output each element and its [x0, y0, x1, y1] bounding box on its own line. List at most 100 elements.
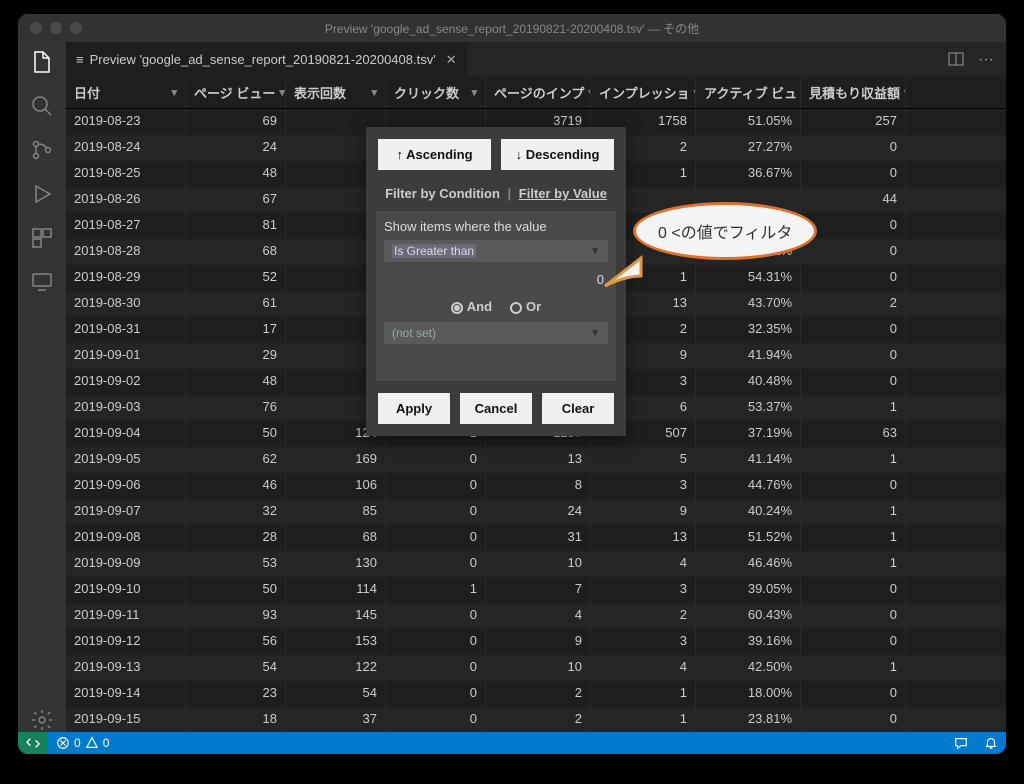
clear-button[interactable]: Clear [542, 393, 614, 424]
settings-gear-icon[interactable] [30, 708, 54, 732]
cell: 0 [801, 707, 906, 732]
column-header[interactable]: 日付▾ [66, 77, 186, 108]
column-header[interactable]: クリック数▾ [386, 77, 486, 108]
cell: 0 [386, 603, 486, 629]
cell: 0 [386, 447, 486, 473]
feedback-icon[interactable] [946, 736, 976, 750]
cell: 2019-08-24 [66, 135, 186, 161]
table-row[interactable]: 2019-09-073285024940.24%1 [66, 499, 1006, 525]
filter-value-input-1[interactable] [384, 268, 608, 291]
search-icon[interactable] [30, 94, 54, 118]
or-radio[interactable]: Or [510, 299, 541, 314]
cell: 28 [186, 525, 286, 551]
editor-tabs: ≡ Preview 'google_ad_sense_report_201908… [66, 42, 1006, 77]
extensions-icon[interactable] [30, 226, 54, 250]
cancel-button[interactable]: Cancel [460, 393, 532, 424]
cell: 2019-09-15 [66, 707, 186, 732]
callout-text: 0 <の値でフィルタ [658, 225, 792, 242]
cell: 18 [186, 707, 286, 732]
filter-icon[interactable]: ▾ [371, 86, 377, 99]
sort-ascending-button[interactable]: ↑ Ascending [378, 139, 491, 170]
and-radio[interactable]: And [451, 299, 492, 314]
cell: 41.14% [696, 447, 801, 473]
table-row[interactable]: 2019-09-1354122010442.50%1 [66, 655, 1006, 681]
traffic-minimize[interactable] [50, 22, 62, 34]
cell: 106 [286, 473, 386, 499]
close-icon[interactable]: ✕ [446, 52, 457, 68]
filter-icon[interactable]: ▾ [904, 86, 906, 99]
cell: 0 [386, 525, 486, 551]
cell: 2019-08-23 [66, 109, 186, 135]
filter-by-value-tab[interactable]: Filter by Value [519, 186, 607, 201]
table-row[interactable]: 2019-09-0828680311351.52%1 [66, 525, 1006, 551]
remote-explorer-icon[interactable] [30, 270, 54, 294]
cell: 0 [386, 499, 486, 525]
cell: 24 [486, 499, 591, 525]
traffic-close[interactable] [30, 22, 42, 34]
cell: 257 [801, 109, 906, 135]
cell: 2019-09-13 [66, 655, 186, 681]
cell: 76 [186, 395, 286, 421]
titlebar: Preview 'google_ad_sense_report_20190821… [18, 14, 1006, 42]
cell: 36.67% [696, 161, 801, 187]
cell: 0 [386, 655, 486, 681]
explorer-icon[interactable] [30, 50, 54, 74]
table-row[interactable]: 2019-09-064610608344.76%0 [66, 473, 1006, 499]
cell: 51.05% [696, 109, 801, 135]
table-row[interactable]: 2019-09-14235402118.00%0 [66, 681, 1006, 707]
apply-button[interactable]: Apply [378, 393, 450, 424]
traffic-maximize[interactable] [70, 22, 82, 34]
column-header[interactable]: ページ ビュー▾ [186, 77, 286, 108]
operator-select-1[interactable]: Is Greater than▼ [384, 240, 608, 262]
cell: 53 [186, 551, 286, 577]
operator-select-2[interactable]: (not set)▼ [384, 322, 608, 344]
table-row[interactable]: 2019-09-119314504260.43%0 [66, 603, 1006, 629]
run-debug-icon[interactable] [30, 182, 54, 206]
bell-icon[interactable] [976, 736, 1006, 750]
filter-value-input-2[interactable] [384, 350, 608, 373]
cell: 41.94% [696, 343, 801, 369]
split-editor-icon[interactable] [948, 51, 964, 69]
cell: 0 [801, 629, 906, 655]
column-header[interactable]: 見積もり収益額▾ [801, 77, 906, 108]
table-row[interactable]: 2019-09-125615309339.16%0 [66, 629, 1006, 655]
sort-descending-button[interactable]: ↓ Descending [501, 139, 614, 170]
column-header[interactable]: ページのインプ▾ [486, 77, 591, 108]
table-row[interactable]: 2019-09-105011417339.05%0 [66, 577, 1006, 603]
table-row[interactable]: 2019-09-0562169013541.14%1 [66, 447, 1006, 473]
cell: 0 [801, 343, 906, 369]
cell: 43.70% [696, 291, 801, 317]
cell: 48 [186, 161, 286, 187]
filter-icon[interactable]: ▾ [279, 86, 285, 99]
condition-label: Show items where the value [384, 219, 608, 234]
cell: 40.48% [696, 369, 801, 395]
cell: 2019-09-06 [66, 473, 186, 499]
filter-icon[interactable]: ▾ [471, 86, 477, 99]
cell: 2019-08-29 [66, 265, 186, 291]
source-control-icon[interactable] [30, 138, 54, 162]
cell: 62 [186, 447, 286, 473]
column-header[interactable]: 表示回数▾ [286, 77, 386, 108]
column-header[interactable]: アクティブ ビュ▾ [696, 77, 801, 108]
tab-label: Preview 'google_ad_sense_report_20190821… [90, 52, 436, 67]
cell: 40.24% [696, 499, 801, 525]
tab-preview[interactable]: ≡ Preview 'google_ad_sense_report_201908… [66, 42, 467, 77]
filter-by-condition-tab[interactable]: Filter by Condition [385, 186, 500, 201]
cell: 0 [386, 681, 486, 707]
remote-indicator[interactable] [18, 732, 48, 754]
cell: 3 [591, 473, 696, 499]
cell: 122 [286, 655, 386, 681]
cell: 23.81% [696, 707, 801, 732]
problems-indicator[interactable]: 0 0 [48, 736, 117, 750]
cell: 2 [801, 291, 906, 317]
cell: 63 [801, 421, 906, 447]
cell: 54 [186, 655, 286, 681]
more-icon[interactable]: ··· [978, 51, 994, 69]
cell: 2019-09-07 [66, 499, 186, 525]
table-row[interactable]: 2019-09-0953130010446.46%1 [66, 551, 1006, 577]
table-row[interactable]: 2019-09-15183702123.81%0 [66, 707, 1006, 732]
filter-icon[interactable]: ▾ [171, 86, 177, 99]
column-header[interactable]: インプレッショ▾ [591, 77, 696, 108]
cell: 67 [186, 187, 286, 213]
cell: 50 [186, 421, 286, 447]
